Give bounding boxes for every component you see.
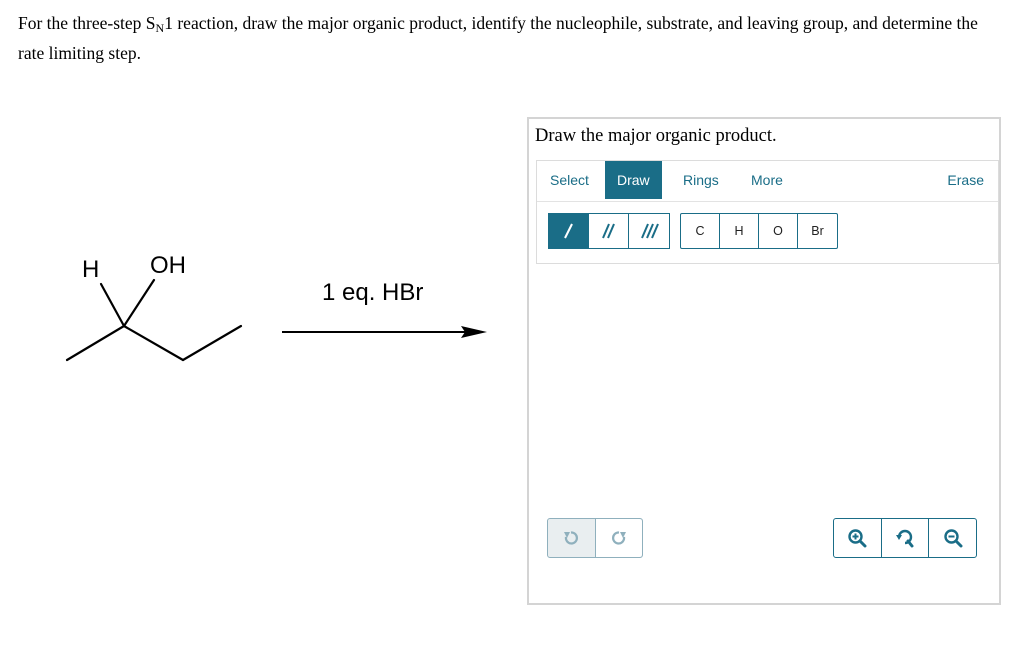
triple-bond-icon bbox=[641, 223, 659, 239]
zoom-out-icon bbox=[943, 529, 963, 548]
double-bond-icon bbox=[601, 223, 615, 239]
tab-select[interactable]: Select bbox=[538, 161, 601, 199]
toolbar-tabs: Select Draw Rings More Erase bbox=[537, 161, 998, 199]
zoom-in-button[interactable] bbox=[834, 519, 881, 557]
zoom-out-button[interactable] bbox=[928, 519, 976, 557]
tab-more[interactable]: More bbox=[739, 161, 795, 199]
redo-button[interactable] bbox=[594, 519, 642, 557]
atom-o-button[interactable]: O bbox=[759, 214, 798, 248]
atom-br-button[interactable]: Br bbox=[798, 214, 837, 248]
toolbar-divider bbox=[537, 201, 998, 202]
question-subscript: N bbox=[155, 21, 165, 35]
reagent-label: 1 eq. HBr bbox=[322, 279, 424, 306]
single-bond-icon bbox=[563, 223, 573, 239]
zoom-controls bbox=[833, 518, 977, 558]
tab-draw[interactable]: Draw bbox=[605, 161, 662, 199]
drawing-widget: Draw the major organic product. Select D… bbox=[527, 117, 1001, 605]
tab-rings[interactable]: Rings bbox=[671, 161, 731, 199]
question-text: For the three-step SN1 reaction, draw th… bbox=[18, 9, 1008, 67]
zoom-reset-button[interactable] bbox=[880, 519, 929, 557]
atom-c-button[interactable]: C bbox=[681, 214, 720, 248]
undo-redo-group bbox=[547, 518, 643, 558]
single-bond-button[interactable] bbox=[549, 214, 589, 248]
undo-icon bbox=[564, 531, 579, 545]
triple-bond-button[interactable] bbox=[629, 214, 669, 248]
tab-erase[interactable]: Erase bbox=[935, 161, 996, 199]
widget-prompt: Draw the major organic product. bbox=[535, 126, 777, 146]
reaction-scheme: H OH bbox=[55, 240, 515, 380]
redo-icon bbox=[611, 531, 626, 545]
undo-button[interactable] bbox=[548, 519, 595, 557]
question-part-1: For the three-step S bbox=[18, 13, 156, 33]
atom-h-button[interactable]: H bbox=[720, 214, 759, 248]
zoom-reset-icon bbox=[896, 529, 914, 548]
drawing-toolbar: Select Draw Rings More Erase C H O Br bbox=[536, 160, 999, 264]
atom-tool-group: C H O Br bbox=[680, 213, 838, 249]
bond-tool-group bbox=[548, 213, 670, 249]
double-bond-button[interactable] bbox=[589, 214, 629, 248]
zoom-in-icon bbox=[848, 529, 867, 548]
reaction-arrow bbox=[282, 326, 487, 338]
